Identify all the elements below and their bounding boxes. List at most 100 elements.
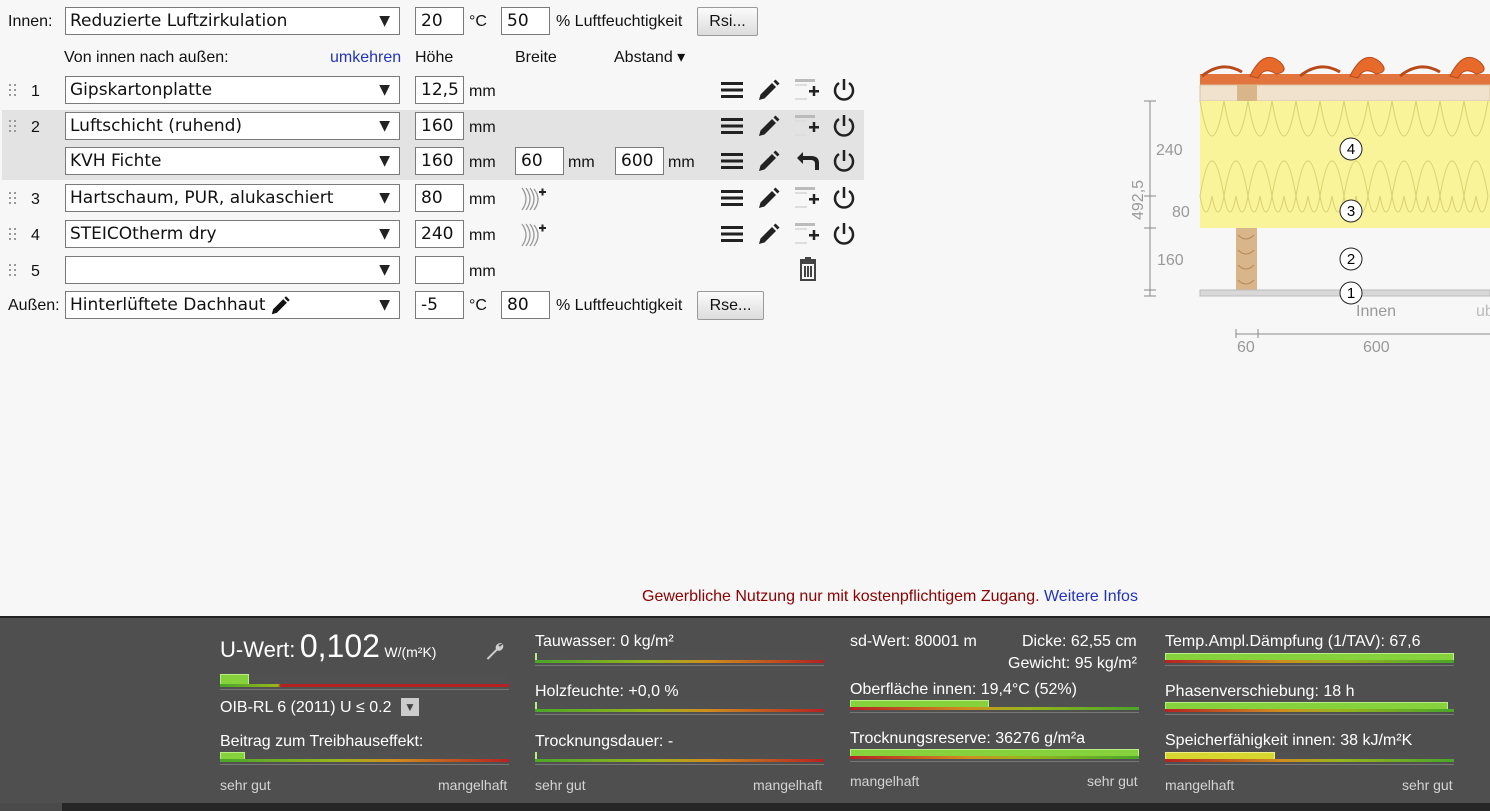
dimension-160: 160 <box>1157 252 1184 269</box>
more-info-link[interactable]: Weitere Infos <box>1044 588 1138 605</box>
wood-moisture-bar <box>535 702 824 715</box>
u-value-unit: W/(m²K) <box>384 644 437 660</box>
dimension-80: 80 <box>1172 204 1190 221</box>
column-spacing-dropdown[interactable]: Abstand ▾ <box>614 48 685 68</box>
inside-humidity-input[interactable]: 50 <box>501 7 550 35</box>
pencil-icon[interactable] <box>756 185 782 211</box>
trash-icon[interactable] <box>795 256 821 282</box>
menu-icon[interactable] <box>719 185 745 211</box>
marker-1: 1 <box>1347 285 1355 302</box>
norm-dropdown-icon[interactable]: ▼ <box>401 698 419 716</box>
add-layer-icon[interactable] <box>795 221 821 247</box>
layer-number: 3 <box>31 191 40 208</box>
layer-material-select[interactable]: ▼ <box>65 256 400 284</box>
tav-bar <box>1165 653 1454 666</box>
power-icon[interactable] <box>831 113 857 139</box>
drag-handle-icon[interactable] <box>9 192 19 206</box>
add-layer-icon[interactable] <box>795 113 821 139</box>
menu-icon[interactable] <box>719 148 745 174</box>
layer-height-input[interactable]: 12,5 <box>415 76 464 104</box>
layer-height-input[interactable]: 240 <box>415 220 464 248</box>
power-icon[interactable] <box>831 77 857 103</box>
outside-climate-select[interactable]: Hinterlüftete Dachhaut ▼ <box>65 291 400 319</box>
dropdown-arrow-icon: ▼ <box>379 226 390 242</box>
dropdown-arrow-icon: ▼ <box>379 13 390 29</box>
layer-height-input[interactable] <box>415 256 464 284</box>
dropdown-arrow-icon: ▼ <box>379 153 390 169</box>
layer-material-value: KVH Fichte <box>70 151 162 171</box>
layer-height-input[interactable]: 160 <box>415 147 464 175</box>
wrench-icon[interactable] <box>484 640 506 662</box>
pencil-icon[interactable] <box>269 295 291 317</box>
layer-height-unit: mm <box>469 154 496 171</box>
pencil-icon[interactable] <box>756 113 782 139</box>
outside-humidity-input[interactable]: 80 <box>501 291 550 319</box>
footer-tab[interactable] <box>0 803 62 811</box>
inside-climate-value: Reduzierte Luftzirkulation <box>70 11 288 31</box>
pencil-icon[interactable] <box>756 221 782 247</box>
footer-strip <box>0 803 1490 811</box>
marker-2: 2 <box>1347 251 1355 268</box>
scale-bad: mangelhaft <box>1165 777 1235 793</box>
layer-number: 4 <box>31 227 40 244</box>
outside-temp-input[interactable]: -5 <box>415 291 464 319</box>
menu-icon[interactable] <box>719 221 745 247</box>
layer-height-input[interactable]: 160 <box>415 112 464 140</box>
undo-icon[interactable] <box>795 148 821 174</box>
u-value-bar <box>220 674 509 690</box>
pencil-icon[interactable] <box>756 148 782 174</box>
power-icon[interactable] <box>831 221 857 247</box>
inside-humidity-unit: % Luftfeuchtigkeit <box>556 13 683 30</box>
layer-spacing-input[interactable]: 600 <box>615 147 664 175</box>
layer-material-select[interactable]: Gipskartonplatte ▼ <box>65 76 400 104</box>
inside-temp-input[interactable]: 20 <box>415 7 464 35</box>
dropdown-arrow-icon: ▼ <box>379 190 390 206</box>
layer-width-input[interactable]: 60 <box>515 147 564 175</box>
drag-handle-icon[interactable] <box>9 228 19 242</box>
add-layer-icon[interactable] <box>795 77 821 103</box>
layer-height-unit: mm <box>469 191 496 208</box>
layer-material-select[interactable]: Hartschaum, PUR, alukaschiert ▼ <box>65 184 400 212</box>
marker-4: 4 <box>1347 141 1355 158</box>
outside-temp-unit: °C <box>469 297 487 314</box>
drag-handle-icon[interactable] <box>9 120 19 134</box>
layer-number: 2 <box>31 119 40 136</box>
thickness-label: Dicke: 62,55 cm <box>1022 633 1137 650</box>
layer-number: 5 <box>31 263 40 280</box>
rse-button[interactable]: Rse... <box>697 291 764 320</box>
drag-handle-icon[interactable] <box>9 84 19 98</box>
marker-3: 3 <box>1347 203 1355 220</box>
layer-material-select[interactable]: STEICOtherm dry ▼ <box>65 220 400 248</box>
pencil-icon[interactable] <box>756 77 782 103</box>
inside-climate-select[interactable]: Reduzierte Luftzirkulation ▼ <box>65 7 400 35</box>
spacing-dimension: 600 <box>1363 339 1390 356</box>
scale-bad: mangelhaft <box>850 773 920 789</box>
construction-diagram: 492,5 240 80 160 4 3 2 1 Innen ub 60 600 <box>1130 56 1490 356</box>
inside-side-label: Innen <box>1356 303 1396 320</box>
results-panel: U-Wert: 0,102 W/(m²K) OIB-RL 6 (2011) U … <box>0 616 1490 811</box>
layer-height-input[interactable]: 80 <box>415 184 464 212</box>
menu-icon[interactable] <box>719 77 745 103</box>
layer-number: 1 <box>31 83 40 100</box>
drag-handle-icon[interactable] <box>9 264 19 278</box>
phase-shift-label: Phasenverschiebung: 18 h <box>1165 683 1355 700</box>
add-wood-frame-icon[interactable] <box>520 186 546 212</box>
scale-bad: mangelhaft <box>753 777 823 793</box>
inside-temp-unit: °C <box>469 13 487 30</box>
commercial-notice: Gewerbliche Nutzung nur mit kostenpflich… <box>642 588 1138 606</box>
layer-material-select[interactable]: Luftschicht (ruhend) ▼ <box>65 112 400 140</box>
add-layer-icon[interactable] <box>795 185 821 211</box>
greenhouse-bar <box>220 752 509 765</box>
add-wood-frame-icon[interactable] <box>520 222 546 248</box>
power-icon[interactable] <box>831 185 857 211</box>
layer-material-select[interactable]: KVH Fichte ▼ <box>65 147 400 175</box>
column-width: Breite <box>515 49 557 66</box>
rsi-button[interactable]: Rsi... <box>697 7 758 36</box>
layer-material-value: Gipskartonplatte <box>70 80 213 100</box>
reverse-link[interactable]: umkehren <box>330 48 401 68</box>
outside-side-label: ub <box>1476 303 1490 320</box>
menu-icon[interactable] <box>719 113 745 139</box>
scale-bad: mangelhaft <box>438 777 508 793</box>
layer-material-value: Hartschaum, PUR, alukaschiert <box>70 188 334 208</box>
power-icon[interactable] <box>831 148 857 174</box>
